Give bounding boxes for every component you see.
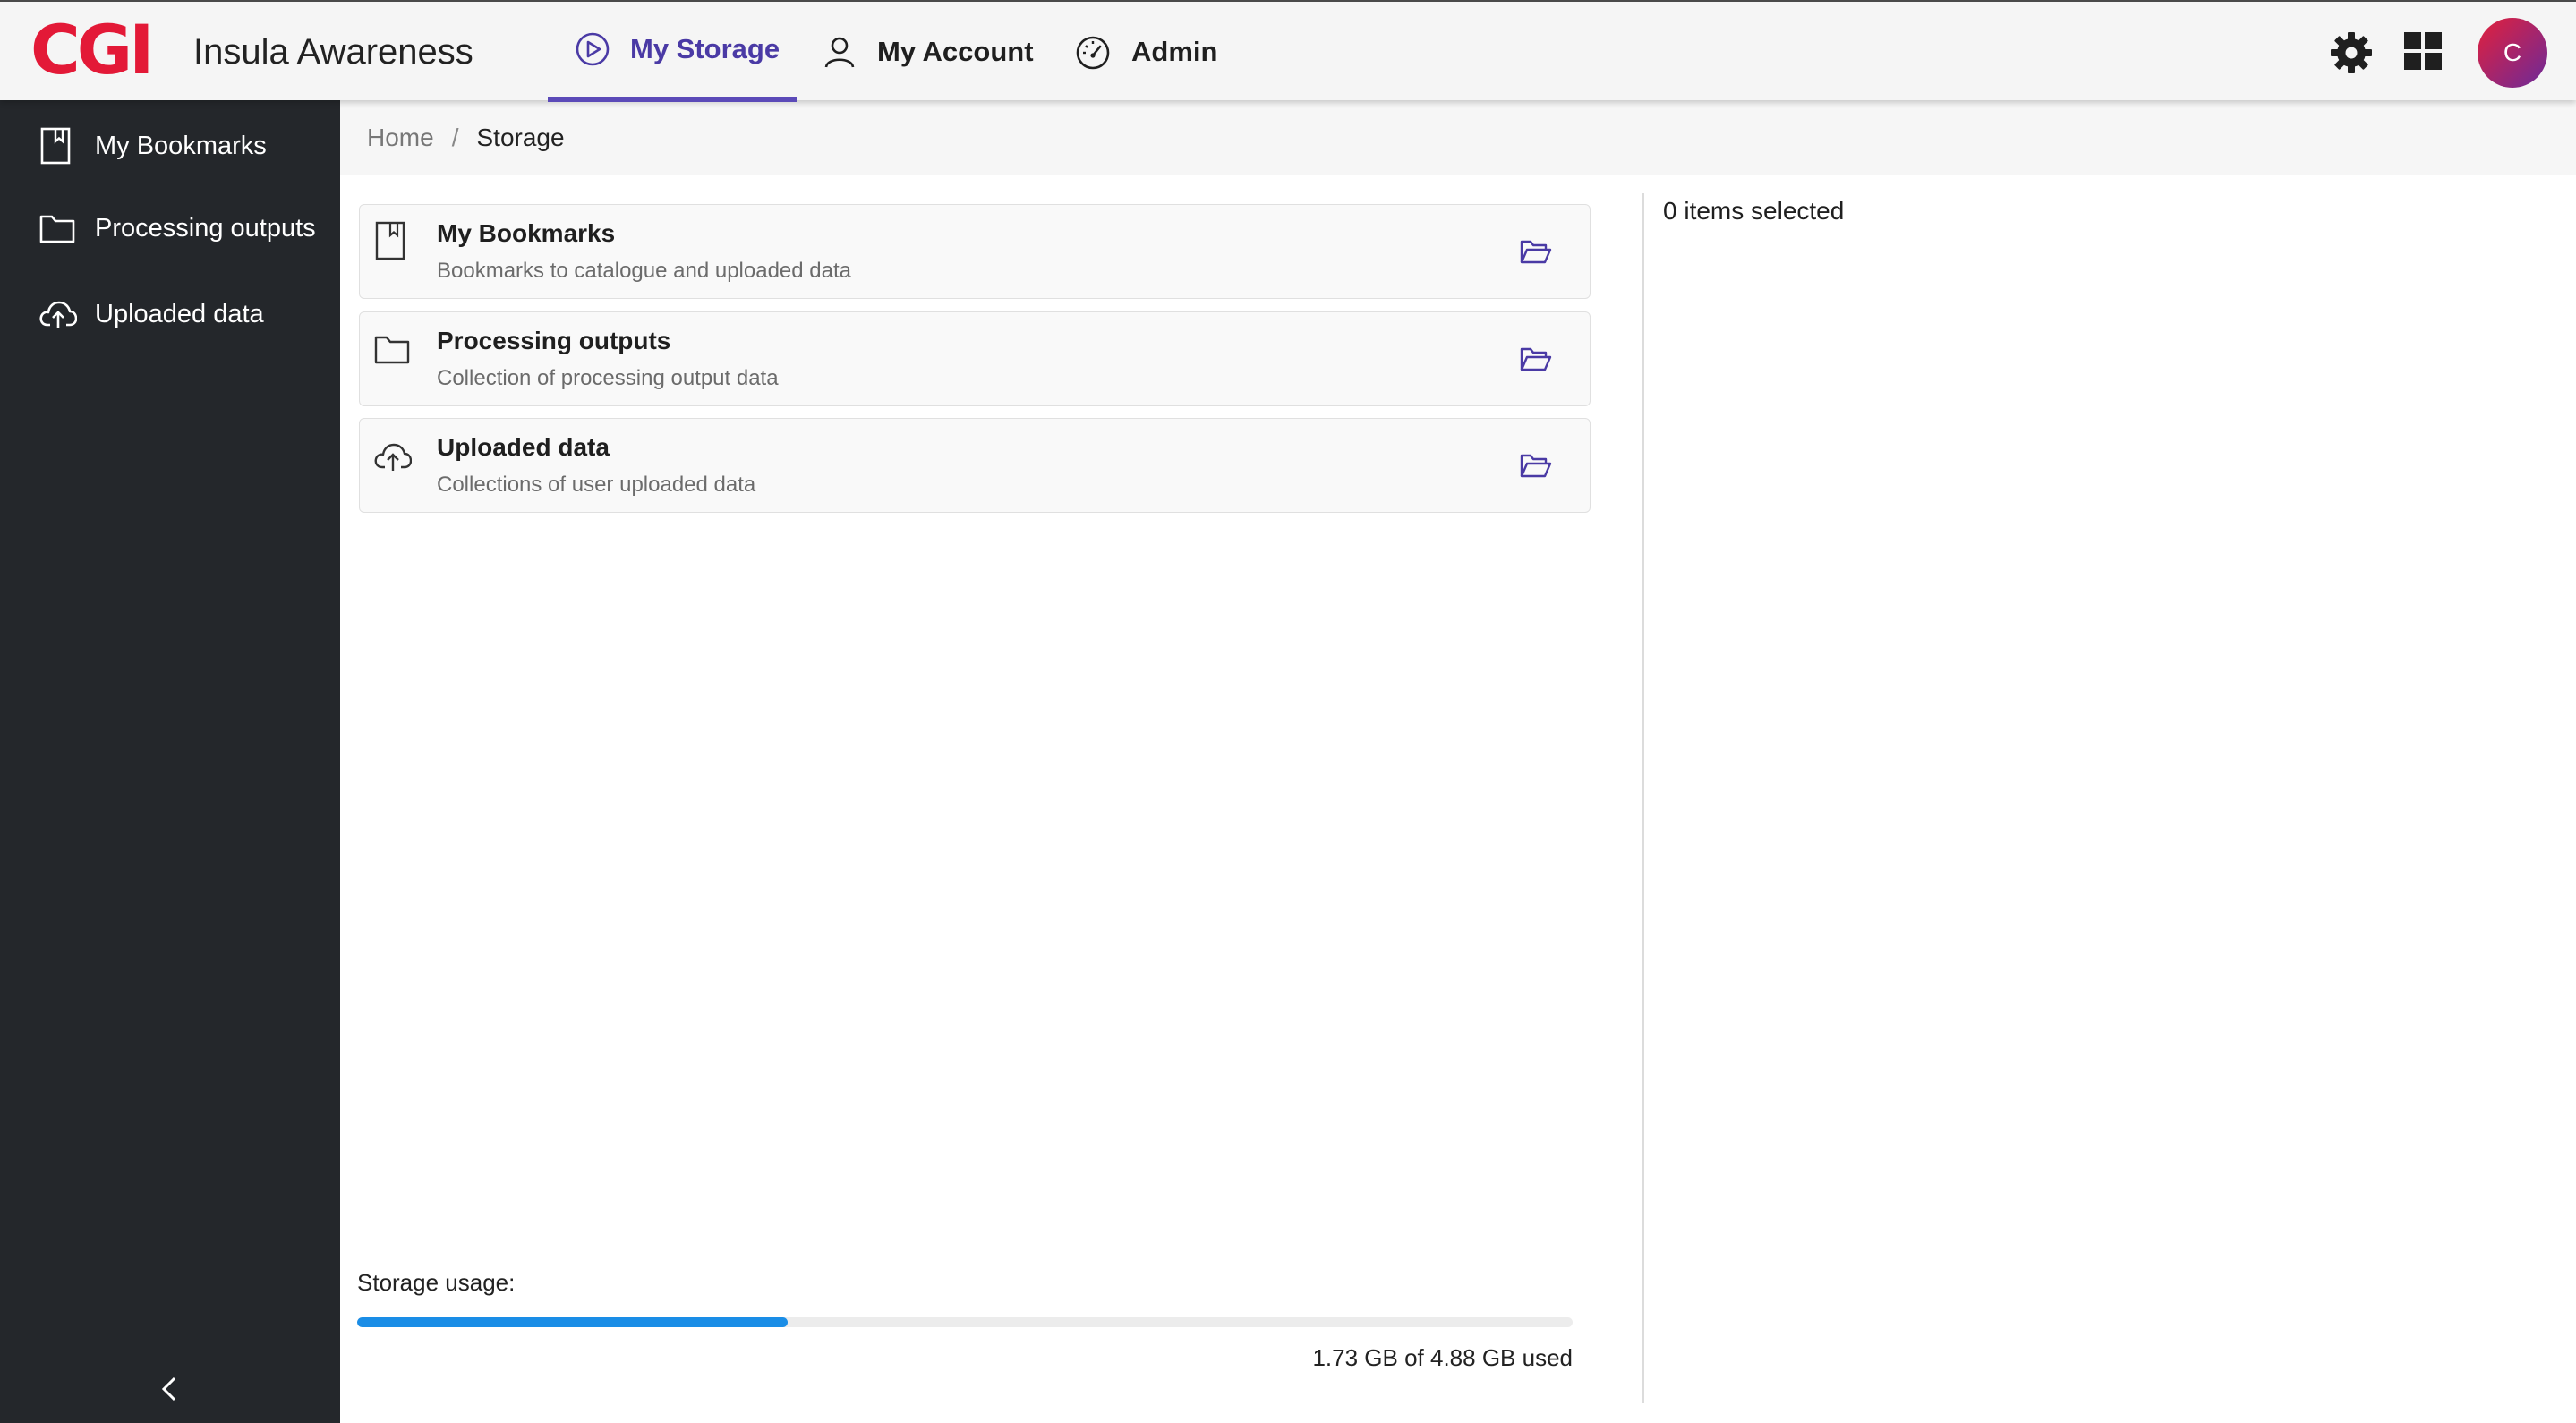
tab-label: My Account bbox=[877, 36, 1034, 67]
card-description: Bookmarks to catalogue and uploaded data bbox=[437, 259, 851, 283]
storage-card-uploaded-data[interactable]: Uploaded data Collections of user upload… bbox=[359, 418, 1591, 513]
card-title: My Bookmarks bbox=[437, 219, 616, 247]
sidebar-item-label: My Bookmarks bbox=[95, 131, 267, 160]
user-icon bbox=[824, 37, 855, 68]
gear-icon[interactable] bbox=[2329, 30, 2374, 75]
play-circle-icon bbox=[576, 32, 610, 66]
breadcrumb: Home / Storage bbox=[340, 100, 2576, 175]
storage-card-processing-outputs[interactable]: Processing outputs Collection of process… bbox=[359, 311, 1591, 406]
cloud-upload-icon bbox=[39, 301, 77, 328]
bookmark-icon bbox=[375, 221, 405, 260]
apps-grid-icon[interactable] bbox=[2404, 32, 2442, 70]
sidebar-item-uploaded-data[interactable]: Uploaded data bbox=[0, 283, 340, 345]
folder-open-icon[interactable] bbox=[1520, 453, 1552, 480]
card-description: Collection of processing output data bbox=[437, 366, 779, 390]
storage-usage-fill bbox=[357, 1317, 789, 1327]
breadcrumb-separator: / bbox=[451, 123, 459, 151]
sidebar-item-label: Uploaded data bbox=[95, 299, 264, 328]
tab-label: Admin bbox=[1131, 36, 1218, 67]
chevron-left-icon[interactable] bbox=[152, 1371, 188, 1407]
tab-label: My Storage bbox=[630, 33, 780, 64]
storage-usage-bar bbox=[357, 1317, 1573, 1327]
sidebar: My Bookmarks Processing outputs Uploaded… bbox=[0, 100, 340, 1423]
card-title: Uploaded data bbox=[437, 433, 610, 461]
breadcrumb-current: Storage bbox=[476, 123, 565, 151]
folder-icon bbox=[374, 336, 410, 364]
breadcrumb-home[interactable]: Home bbox=[367, 124, 434, 152]
sidebar-item-my-bookmarks[interactable]: My Bookmarks bbox=[0, 115, 340, 177]
sidebar-item-processing-outputs[interactable]: Processing outputs bbox=[0, 197, 340, 260]
tab-my-storage[interactable]: My Storage bbox=[548, 2, 797, 102]
storage-usage-label: Storage usage: bbox=[357, 1269, 516, 1296]
avatar-initial: C bbox=[2503, 38, 2522, 66]
gauge-icon bbox=[1076, 36, 1110, 70]
cloud-upload-icon bbox=[374, 443, 412, 471]
storage-usage-text: 1.73 GB of 4.88 GB used bbox=[1312, 1344, 1573, 1371]
cgi-logo[interactable]: CGI bbox=[30, 16, 154, 84]
tab-my-account[interactable]: My Account bbox=[822, 2, 1034, 102]
card-title: Processing outputs bbox=[437, 327, 671, 354]
folder-open-icon[interactable] bbox=[1520, 239, 1552, 266]
card-description: Collections of user uploaded data bbox=[437, 473, 756, 497]
app-title[interactable]: Insula Awareness bbox=[193, 30, 473, 73]
avatar[interactable]: C bbox=[2478, 18, 2547, 88]
sidebar-item-label: Processing outputs bbox=[95, 213, 316, 243]
top-navigation-bar: CGI Insula Awareness My Storage My Accou… bbox=[0, 0, 2576, 102]
folder-open-icon[interactable] bbox=[1520, 346, 1552, 373]
folder-icon bbox=[39, 215, 75, 243]
storage-card-my-bookmarks[interactable]: My Bookmarks Bookmarks to catalogue and … bbox=[359, 204, 1591, 299]
tab-admin[interactable]: Admin bbox=[1074, 2, 1217, 102]
bookmark-icon bbox=[40, 127, 71, 165]
panel-divider bbox=[1642, 193, 1644, 1403]
selected-items-count: 0 items selected bbox=[1663, 197, 1845, 225]
